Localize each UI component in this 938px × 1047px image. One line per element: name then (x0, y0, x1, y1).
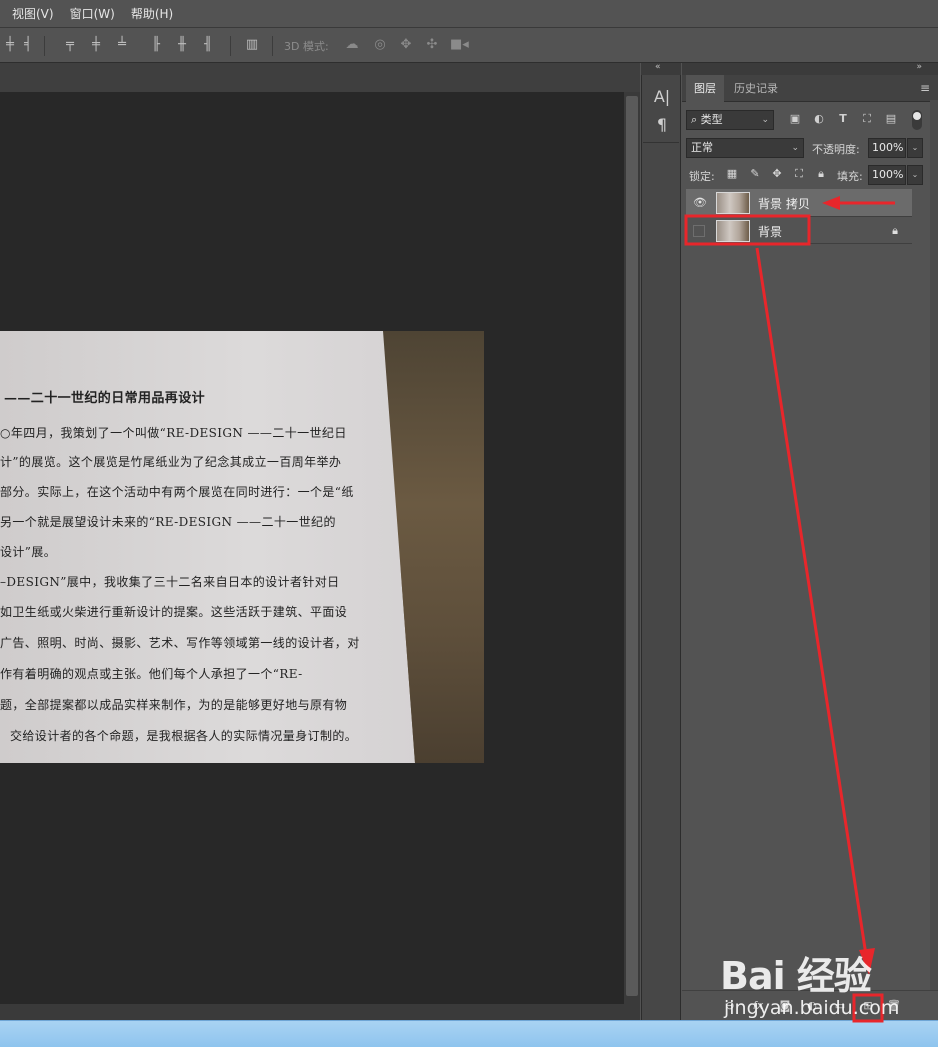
blend-mode-value: 正常 (691, 141, 713, 154)
collapse-left-icon[interactable]: « (655, 62, 661, 72)
layer-thumbnail (716, 220, 750, 242)
fill-input[interactable]: 100% (868, 165, 906, 185)
search-icon: ⌕ (691, 113, 698, 126)
document-tab-strip (0, 63, 640, 92)
filter-type-icon[interactable]: T (836, 112, 850, 126)
visibility-toggle-off[interactable] (693, 225, 705, 237)
menu-window[interactable]: 窗口(W) (70, 5, 115, 22)
filter-shape-icon[interactable]: ⛶ (860, 112, 874, 126)
eye-icon[interactable]: 👁︎ (692, 195, 708, 211)
panel-right-edge (930, 100, 938, 1020)
align-hcenter-icon[interactable]: ╪ (2, 37, 18, 53)
baidu-watermark: Bai 经验 jingyan.baidu.com (720, 945, 910, 1025)
page-text-line: 题，全部提案都以成品实样来制作，为的是能够更好地与原有物 (0, 698, 348, 712)
page-text-line: ——二十一世纪的日常用品再设计 (4, 391, 206, 406)
watermark-url: jingyan.baidu.com (724, 997, 900, 1019)
strip-divider (643, 142, 679, 143)
page-text-line: ○年四月，我策划了一个叫做“RE-DESIGN ——二十一世纪日 (0, 426, 347, 440)
page-text-line: 广告、照明、时尚、摄影、艺术、写作等领域第一线的设计者，对 (0, 636, 360, 650)
fill-dropdown-icon[interactable]: ⌄ (907, 165, 923, 185)
distribute-right-icon[interactable]: ╢ (200, 37, 216, 53)
scale-3d-icon[interactable]: ■◂ (450, 37, 469, 53)
distribute-left-icon[interactable]: ╟ (148, 37, 164, 53)
page-text-line: 部分。实际上，在这个活动中有两个展览在同时进行：一个是“纸 (0, 485, 354, 499)
opacity-label: 不透明度: (812, 143, 860, 156)
mode-3d-label: 3D 模式: (284, 40, 329, 53)
lock-all-icon[interactable]: 🔒︎ (814, 167, 828, 181)
filter-adjustment-icon[interactable]: ◐ (812, 112, 826, 126)
watermark-logo: Bai 经验 (720, 954, 872, 998)
distribute-vcenter-icon[interactable]: ╪ (88, 37, 104, 53)
tab-history[interactable]: 历史记录 (726, 75, 786, 102)
panel-menu-icon[interactable]: ≡ (920, 81, 930, 95)
slide-3d-icon[interactable]: ✣ (424, 37, 440, 53)
filter-smart-object-icon[interactable]: ▤ (884, 112, 898, 126)
filter-pixel-icon[interactable]: ▣ (788, 112, 802, 126)
lock-image-brush-icon[interactable]: ✎ (748, 167, 762, 181)
menu-view[interactable]: 视图(V) (12, 5, 54, 22)
panel-tabs: 图层 历史记录 ≡ (682, 75, 938, 102)
paper-page: ——二十一世纪的日常用品再设计 ○年四月，我策划了一个叫做“RE-DESIGN … (0, 331, 415, 763)
page-text-line: 计”的展览。这个展览是竹尾纸业为了纪念其成立一百周年举办 (0, 455, 342, 469)
paragraph-panel-icon[interactable]: ¶ (651, 114, 673, 136)
fill-label: 填充: (837, 170, 863, 183)
layer-name[interactable]: 背景 拷贝 (758, 195, 810, 212)
opacity-dropdown-icon[interactable]: ⌄ (907, 138, 923, 158)
align-right-icon[interactable]: ╡ (20, 37, 36, 53)
distribute-top-icon[interactable]: ╤ (62, 37, 78, 53)
lock-label: 锁定: (689, 170, 715, 183)
filter-toggle-knob (913, 112, 921, 120)
drag-3d-icon[interactable]: ✥ (398, 37, 414, 53)
collapsed-panel-header[interactable]: « (641, 62, 681, 75)
vertical-scrollbar-thumb[interactable] (626, 96, 638, 996)
layer-row-background[interactable]: 背景 🔒︎ (686, 216, 912, 244)
panel-header: » (682, 62, 938, 75)
distribute-hcenter-icon[interactable]: ╫ (174, 37, 190, 53)
lock-position-icon[interactable]: ✥ (770, 167, 784, 181)
collapsed-panel-strip (641, 63, 681, 1020)
layer-thumbnail (716, 192, 750, 214)
roll-3d-icon[interactable]: ◎ (372, 37, 388, 53)
rotate-3d-icon[interactable]: ☁ (344, 37, 360, 53)
page-text-line: 交给设计者的各个命题，是我根据各人的实际情况量身订制的。 (10, 729, 358, 743)
toolbar-divider (272, 36, 273, 56)
layer-name[interactable]: 背景 (758, 223, 782, 240)
layer-row-background-copy[interactable]: 👁︎ 背景 拷贝 (686, 189, 912, 217)
horizontal-scrollbar[interactable] (0, 1004, 640, 1020)
page-text-line: 如卫生纸或火柴进行重新设计的提案。这些活跃于建筑、平面设 (0, 605, 348, 619)
toolbar-divider (230, 36, 231, 56)
layer-filter-select[interactable]: ⌕ 类型 ⌄ (686, 110, 774, 130)
opacity-input[interactable]: 100% (868, 138, 906, 158)
toolbar-divider (44, 36, 45, 56)
lock-transparent-icon[interactable]: ▦ (725, 167, 739, 181)
options-bar: ╪ ╡ ╤ ╪ ╧ ╟ ╫ ╢ ▥ 3D 模式: ☁ ◎ ✥ ✣ ■◂ (0, 29, 938, 63)
tab-layers[interactable]: 图层 (686, 75, 724, 102)
menu-bar: 视图(V) 窗口(W) 帮助(H) (0, 0, 938, 28)
collapse-panel-icon[interactable]: » (916, 62, 922, 72)
filter-toggle[interactable] (912, 110, 922, 130)
lock-artboard-icon[interactable]: ⛶ (792, 167, 806, 181)
chevron-down-icon: ⌄ (761, 115, 769, 125)
blend-mode-select[interactable]: 正常 ⌄ (686, 138, 804, 158)
page-text-line: –DESIGN”展中，我收集了三十二名来自日本的设计者针对日 (0, 575, 340, 589)
page-text-line: 设计”展。 (0, 545, 57, 559)
distribute-bottom-icon[interactable]: ╧ (114, 37, 130, 53)
page-text-line: 另一个就是展望设计未来的“RE-DESIGN ——二十一世纪的 (0, 515, 336, 529)
character-panel-icon[interactable]: A| (651, 86, 673, 108)
auto-align-icon[interactable]: ▥ (244, 37, 260, 53)
layer-filter-value: 类型 (700, 113, 723, 126)
document-image: ——二十一世纪的日常用品再设计 ○年四月，我策划了一个叫做“RE-DESIGN … (0, 331, 484, 763)
page-text-line: 作有着明确的观点或主张。他们每个人承担了一个“RE- (0, 667, 303, 681)
lock-icon: 🔒︎ (892, 224, 898, 237)
chevron-down-icon: ⌄ (791, 143, 799, 153)
menu-help[interactable]: 帮助(H) (131, 5, 173, 22)
